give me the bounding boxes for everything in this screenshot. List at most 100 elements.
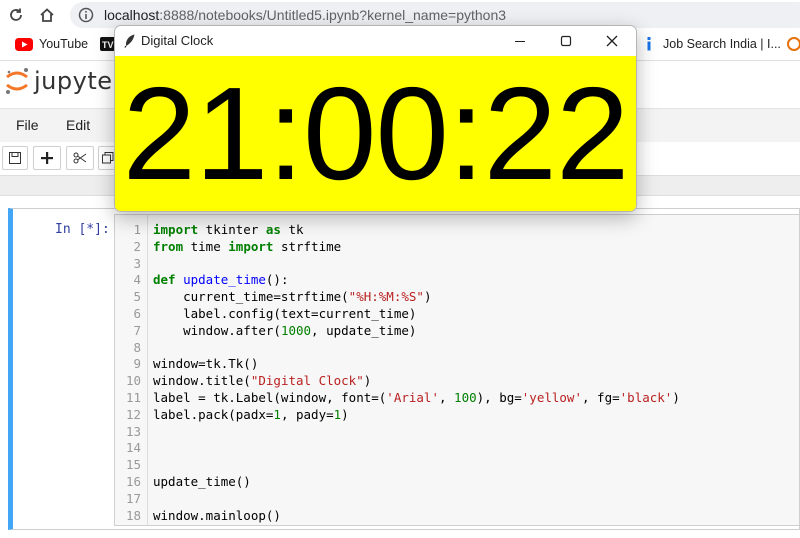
code-token: ) bbox=[341, 406, 349, 422]
code-token: label.config(text=current_time) bbox=[153, 306, 417, 321]
menu-edit[interactable]: Edit bbox=[66, 117, 90, 133]
code-token: time bbox=[183, 238, 229, 254]
line-number: 12 bbox=[125, 406, 141, 422]
home-button[interactable] bbox=[36, 4, 58, 26]
code-line: current_time=strftime("%H:%M:%S") bbox=[153, 289, 431, 304]
code-line: def update_time(): bbox=[153, 272, 288, 287]
line-number: 13 bbox=[125, 423, 141, 439]
line-number: 7 bbox=[133, 322, 141, 338]
code-token: (): bbox=[265, 272, 289, 288]
line-number: 9 bbox=[133, 356, 141, 372]
code-token: label = tk.Label(window, font=( bbox=[153, 390, 387, 405]
jupyter-logo-icon bbox=[6, 68, 28, 94]
code-token: strftime bbox=[273, 238, 342, 254]
info-icon bbox=[647, 37, 651, 51]
window-titlebar[interactable]: Digital Clock bbox=[115, 26, 636, 56]
window-title: Digital Clock bbox=[141, 33, 214, 48]
svg-text:TV: TV bbox=[102, 40, 114, 50]
line-number: 4 bbox=[133, 272, 141, 288]
code-line: update_time() bbox=[153, 474, 251, 489]
code-line: from time import strftime bbox=[153, 239, 341, 254]
code-line: window=tk.Tk() bbox=[153, 356, 258, 371]
close-icon bbox=[606, 35, 618, 47]
line-number: 14 bbox=[125, 440, 141, 456]
home-icon bbox=[40, 8, 54, 22]
code-token: , fg= bbox=[582, 390, 620, 405]
url-text: localhost:8888/notebooks/Untitled5.ipynb… bbox=[104, 7, 507, 23]
bookmark-orange-icon[interactable] bbox=[787, 37, 800, 51]
save-icon bbox=[9, 152, 21, 164]
code-token: tkinter bbox=[198, 222, 266, 237]
code-token: def bbox=[153, 272, 176, 288]
code-token: 1 bbox=[273, 406, 281, 422]
plus-icon bbox=[41, 152, 53, 164]
code-token: update_time() bbox=[153, 474, 251, 489]
code-token: import bbox=[228, 238, 274, 254]
code-token: from bbox=[153, 238, 184, 254]
bookmark-job-search[interactable]: Job Search India | I... bbox=[643, 37, 781, 51]
menu-file[interactable]: File bbox=[16, 117, 39, 133]
code-line: label = tk.Label(window, font=('Arial' , … bbox=[153, 390, 680, 405]
code-line: label.config(text=current_time) bbox=[153, 306, 416, 321]
code-token: , update_time) bbox=[311, 322, 417, 338]
line-number: 18 bbox=[125, 507, 141, 523]
code-token: "Digital Clock" bbox=[250, 373, 364, 389]
line-number-gutter: 1 2 3 4 5 6 7 8 9 10 11 12 13 14 15 16 17 18 bbox=[115, 215, 148, 525]
digital-clock-window[interactable]: Digital Clock 21:00:22 bbox=[114, 25, 637, 212]
save-button[interactable] bbox=[2, 146, 28, 170]
line-number: 8 bbox=[133, 339, 141, 355]
code-token: 'yellow' bbox=[521, 390, 582, 405]
code-token: "%H:%M:%S" bbox=[348, 289, 424, 305]
line-number: 3 bbox=[133, 255, 141, 271]
line-number: 1 bbox=[133, 222, 141, 237]
code-token: , pady= bbox=[280, 406, 334, 422]
code-token: tk bbox=[280, 222, 304, 237]
code-token: window.mainloop() bbox=[153, 507, 281, 523]
scissors-icon bbox=[73, 152, 87, 164]
code-token: 100 bbox=[454, 390, 477, 405]
close-button[interactable] bbox=[589, 26, 635, 56]
minimize-button[interactable] bbox=[497, 26, 543, 56]
site-info-icon[interactable] bbox=[78, 7, 94, 28]
code-line: window.title("Digital Clock") bbox=[153, 373, 371, 388]
add-cell-button[interactable] bbox=[33, 146, 61, 170]
code-editor[interactable]: 1 2 3 4 5 6 7 8 9 10 11 12 13 14 15 16 17 18 import tkint… bbox=[114, 214, 800, 526]
clock-time: 21:00:22 bbox=[122, 59, 630, 207]
cut-button[interactable] bbox=[66, 146, 94, 170]
code-token: window.title( bbox=[153, 373, 251, 389]
code-token: 'black' bbox=[619, 390, 673, 405]
code-token: window.after( bbox=[153, 322, 281, 338]
code-token: import bbox=[153, 222, 199, 237]
reload-button[interactable] bbox=[5, 4, 27, 26]
line-number: 16 bbox=[125, 474, 141, 489]
line-number: 17 bbox=[125, 490, 141, 506]
line-number: 2 bbox=[133, 238, 141, 254]
maximize-button[interactable] bbox=[543, 26, 589, 56]
reload-icon bbox=[10, 8, 22, 21]
code-token: ) bbox=[363, 373, 372, 389]
youtube-icon bbox=[15, 37, 33, 51]
code-token: ) bbox=[672, 390, 680, 405]
bookmark-youtube[interactable]: YouTube bbox=[15, 37, 88, 51]
code-token: window=tk.Tk() bbox=[153, 356, 259, 372]
cell-prompt: In [*]: bbox=[55, 222, 110, 237]
maximize-icon bbox=[560, 35, 572, 47]
line-number: 5 bbox=[133, 289, 141, 305]
line-number: 6 bbox=[133, 306, 141, 321]
code-token: current_time=strftime( bbox=[153, 289, 349, 305]
code-token: ) bbox=[423, 289, 432, 305]
code-line: window.after(1000, update_time) bbox=[153, 323, 416, 338]
clock-label: 21:00:22 bbox=[115, 56, 636, 211]
jupyter-logo[interactable]: jupyter bbox=[4, 66, 123, 96]
copy-icon bbox=[102, 152, 114, 164]
code-token: as bbox=[265, 222, 281, 237]
code-token: 1000 bbox=[280, 322, 312, 338]
line-number: 11 bbox=[125, 390, 141, 405]
code-token: 'Arial' bbox=[386, 390, 439, 405]
code-token: label.pack(padx= bbox=[153, 406, 274, 422]
line-number: 15 bbox=[125, 457, 141, 473]
code-line: import tkinter as tk bbox=[153, 222, 304, 237]
code-token: , bbox=[438, 390, 455, 405]
minimize-icon bbox=[515, 41, 525, 42]
